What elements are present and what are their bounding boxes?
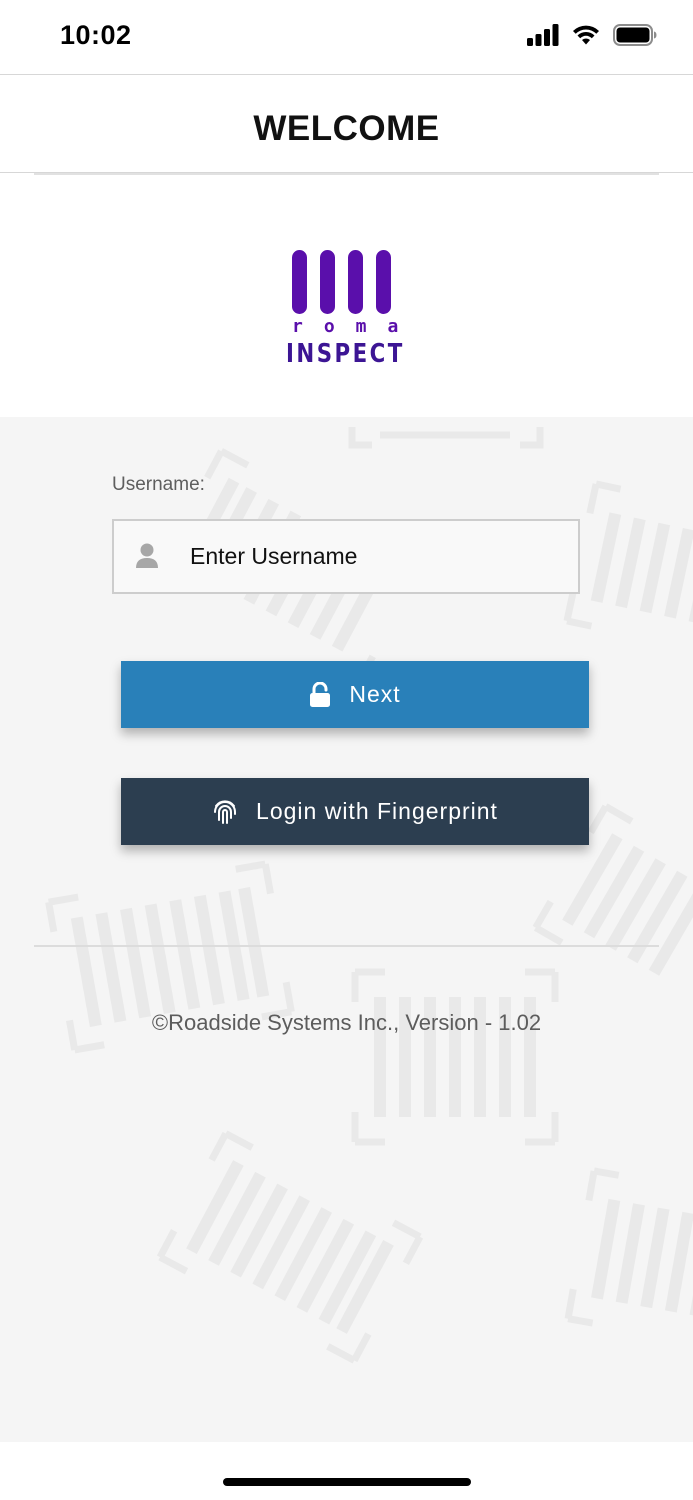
cellular-signal-icon — [527, 24, 559, 46]
next-button[interactable]: Next — [121, 661, 589, 728]
unlock-icon — [309, 681, 331, 708]
page-title: WELCOME — [253, 109, 440, 148]
roma-inspect-logo: roma INSPECT — [286, 250, 410, 368]
fingerprint-icon — [212, 799, 238, 825]
username-label: Username: — [112, 474, 205, 495]
wifi-icon — [571, 24, 601, 46]
login-with-fingerprint-button[interactable]: Login with Fingerprint — [121, 778, 589, 845]
logo-area: roma INSPECT — [0, 175, 693, 417]
header-bar: WELCOME — [0, 74, 693, 173]
home-indicator[interactable] — [223, 1478, 471, 1486]
next-button-label: Next — [349, 681, 401, 707]
logo-bars-icon — [286, 250, 410, 314]
username-field[interactable] — [112, 519, 580, 594]
battery-icon — [613, 24, 657, 46]
user-icon — [135, 543, 159, 574]
fingerprint-button-label: Login with Fingerprint — [256, 798, 498, 824]
footer-divider — [34, 945, 659, 947]
status-bar: 10:02 — [0, 0, 693, 74]
logo-small-text: roma — [292, 316, 420, 337]
home-indicator-area — [0, 1442, 693, 1500]
username-input[interactable] — [190, 521, 570, 592]
logo-big-text: INSPECT — [286, 339, 405, 369]
copyright-text: ©Roadside Systems Inc., Version - 1.02 — [151, 1010, 542, 1035]
status-time: 10:02 — [60, 20, 132, 50]
status-icons — [527, 24, 657, 46]
login-content: Username: Next — [0, 417, 693, 1442]
